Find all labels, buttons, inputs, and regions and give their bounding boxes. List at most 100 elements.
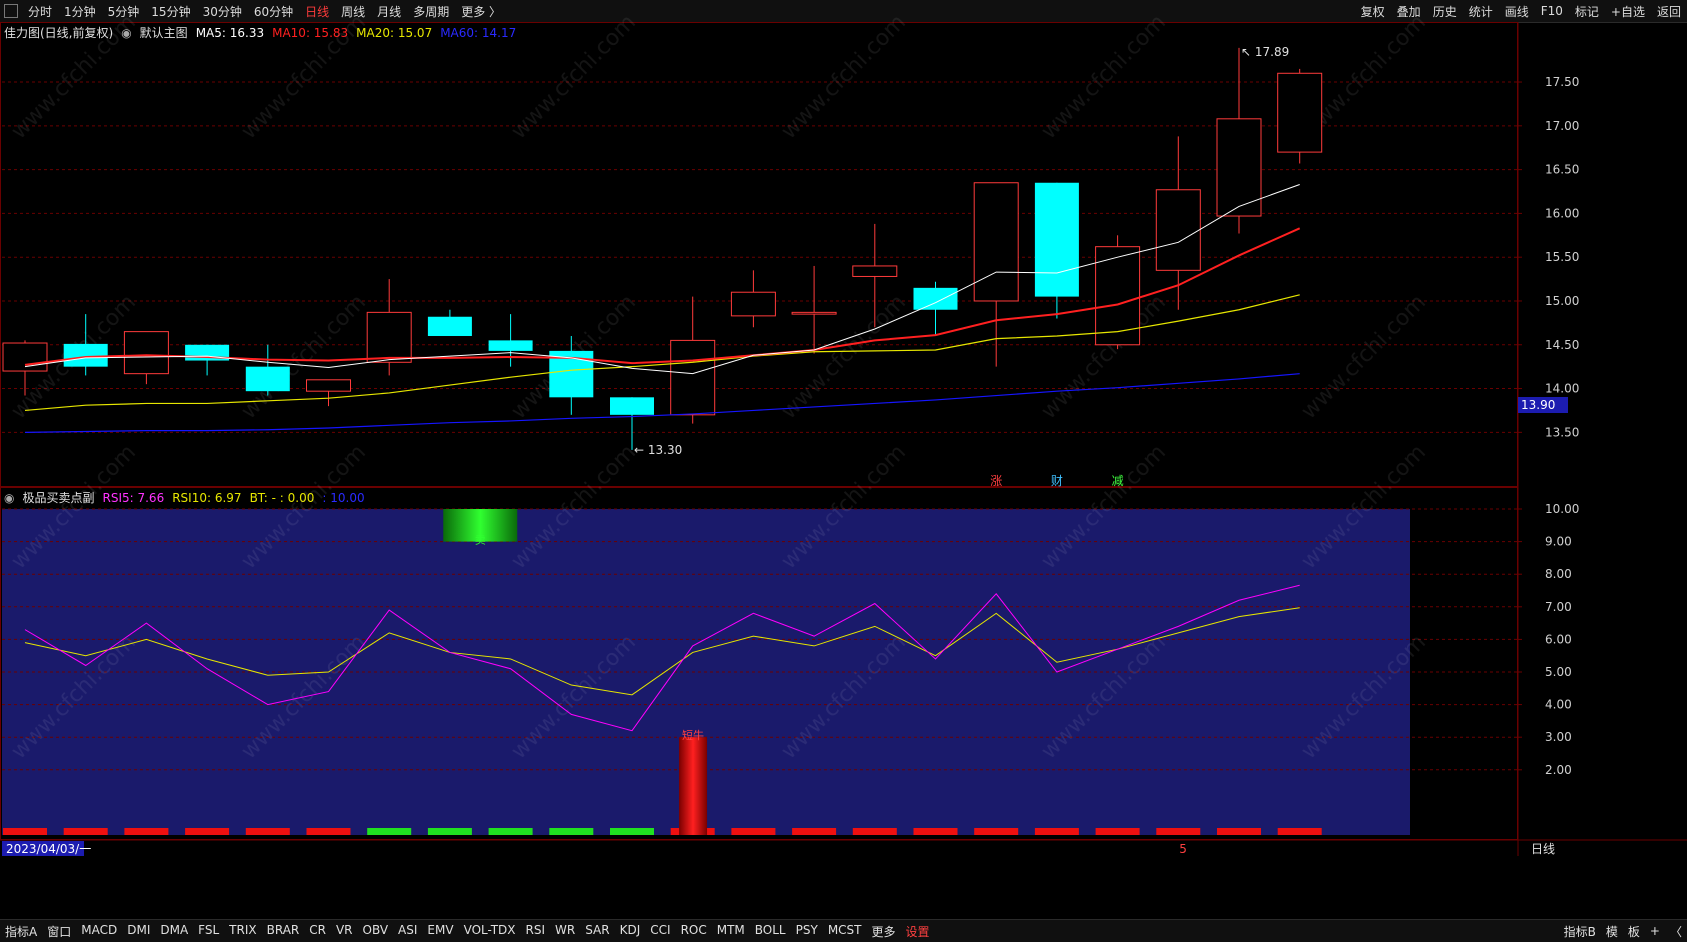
sub-tick-label: 9.00	[1545, 535, 1572, 549]
indicator-tab-20[interactable]: MTM	[712, 923, 750, 940]
watermark: www.cfchi.com	[1037, 10, 1171, 144]
watermark: www.cfchi.com	[1297, 290, 1431, 424]
candle-body-up	[852, 265, 898, 277]
indicator-tab-12[interactable]: EMV	[422, 923, 458, 940]
indicator-tab-1[interactable]: 窗口	[42, 923, 76, 940]
indicator-tab-0[interactable]: 指标A	[0, 923, 42, 940]
bottom-axis-mark: 5	[1179, 842, 1187, 856]
candle-body-down	[610, 397, 654, 415]
indicator-tab-22[interactable]: PSY	[791, 923, 823, 940]
sub-tick-label: 5.00	[1545, 665, 1572, 679]
candle-body-up	[2, 342, 48, 372]
indicator-right-4[interactable]: 〈	[1665, 923, 1687, 940]
signal-base-bar	[367, 828, 412, 835]
signal-base-bar	[1095, 828, 1140, 835]
indicator-right-1[interactable]: 模	[1601, 923, 1623, 940]
candle-body-down	[245, 366, 290, 392]
indicator-tab-16[interactable]: SAR	[580, 923, 614, 940]
sub-tick-label: 4.00	[1545, 698, 1572, 712]
price-tick-label: 13.50	[1545, 425, 1579, 439]
indicator-tab-13[interactable]: VOL-TDX	[459, 923, 521, 940]
indicator-tab-list: 指标A 窗口 MACD DMI DMA FSL TRIX BRAR CR VR OBV ASI EMV V…	[0, 923, 935, 940]
high-price-label: ↖ 17.89	[1241, 45, 1289, 59]
signal-base-bar	[63, 828, 108, 835]
signal-base-bar	[1156, 828, 1201, 835]
signal-base-bar	[913, 828, 958, 835]
watermark: www.cfchi.com	[777, 10, 911, 144]
price-tick-label: 14.50	[1545, 338, 1579, 352]
indicator-tab-7[interactable]: BRAR	[262, 923, 305, 940]
sub-tick-label: 7.00	[1545, 600, 1572, 614]
indicator-tab-25[interactable]: 设置	[901, 923, 935, 940]
sub-tick-label: 2.00	[1545, 763, 1572, 777]
watermark: www.cfchi.com	[507, 10, 641, 144]
signal-base-bar	[549, 828, 594, 835]
watermark: www.cfchi.com	[237, 10, 371, 144]
event-marker: 涨	[990, 473, 1002, 488]
sub-tick-label: 3.00	[1545, 730, 1572, 744]
candle-body-down	[63, 343, 108, 367]
price-tick-label: 17.50	[1545, 75, 1579, 89]
indicator-tab-18[interactable]: CCI	[645, 923, 675, 940]
indicator-tab-9[interactable]: VR	[331, 923, 358, 940]
signal-base-bar	[3, 828, 47, 835]
indicator-tab-11[interactable]: ASI	[393, 923, 422, 940]
indicator-right-2[interactable]: 板	[1623, 923, 1645, 940]
indicator-tab-24[interactable]: 更多	[867, 923, 901, 940]
indicator-tab-15[interactable]: WR	[550, 923, 580, 940]
signal-base-bar	[124, 828, 169, 835]
current-price-label: 13.90	[1521, 398, 1555, 412]
indicator-right-3[interactable]: +	[1645, 924, 1665, 938]
signal-base-bar	[974, 828, 1019, 835]
candle-body-up	[123, 331, 169, 375]
signal-base-bar	[427, 828, 472, 835]
signal-base-bar	[792, 828, 837, 835]
candle-body-up	[1277, 72, 1323, 153]
event-marker: 减	[1112, 474, 1124, 488]
period-label: 日线	[1531, 842, 1555, 856]
watermark: www.cfchi.com	[777, 290, 911, 424]
sub-tick-label: 6.00	[1545, 632, 1572, 646]
candle-body-down	[1034, 182, 1079, 297]
price-tick-label: 15.00	[1545, 294, 1579, 308]
indicator-tab-3[interactable]: DMI	[122, 923, 155, 940]
date-label: 2023/04/03/一	[6, 842, 91, 856]
price-tick-label: 15.50	[1545, 250, 1579, 264]
candle-body-down	[427, 316, 472, 337]
indicator-tab-19[interactable]: ROC	[676, 923, 712, 940]
indicator-tab-8[interactable]: CR	[304, 923, 331, 940]
watermark: www.cfchi.com	[7, 10, 141, 144]
signal-base-bar	[306, 828, 351, 835]
indicator-right-0[interactable]: 指标B	[1559, 923, 1601, 940]
indicator-tab-right: 指标B 模板 + 〈	[1559, 920, 1687, 942]
signal-base-bar	[1277, 828, 1322, 835]
indicator-tab-10[interactable]: OBV	[358, 923, 394, 940]
indicator-tab-2[interactable]: MACD	[76, 923, 122, 940]
signal-base-bar	[488, 828, 533, 835]
indicator-tab-23[interactable]: MCST	[823, 923, 867, 940]
signal-base-bar	[731, 828, 776, 835]
buy-signal-label: 短牛	[682, 728, 704, 742]
watermark: www.cfchi.com	[237, 290, 371, 424]
indicator-tab-5[interactable]: FSL	[193, 923, 224, 940]
indicator-tab-21[interactable]: BOLL	[750, 923, 791, 940]
signal-base-bar	[185, 828, 230, 835]
buy-signal-block	[679, 737, 708, 835]
sell-signal-label: 卖	[475, 534, 486, 547]
kline-chart[interactable]: 17.50 17.00 16.50 16.00 15.50 15.00 14.50 14.00…	[0, 0, 1687, 919]
signal-base-bar	[245, 828, 290, 835]
signal-base-bar	[1217, 828, 1261, 835]
candle-body-up	[791, 311, 837, 315]
candle-body-down	[913, 287, 958, 310]
candle-body-up	[973, 182, 1019, 302]
low-price-label: ← 13.30	[634, 443, 682, 457]
candle-body-up	[1155, 189, 1201, 271]
candle-body-up	[366, 311, 412, 363]
indicator-tab-4[interactable]: DMA	[155, 923, 193, 940]
indicator-tab-6[interactable]: TRIX	[224, 923, 261, 940]
indicator-tab-17[interactable]: KDJ	[615, 923, 646, 940]
sub-tick-label: 8.00	[1545, 567, 1572, 581]
price-tick-label: 17.00	[1545, 119, 1579, 133]
signal-base-bar	[1034, 828, 1079, 835]
indicator-tab-14[interactable]: RSI	[521, 923, 551, 940]
